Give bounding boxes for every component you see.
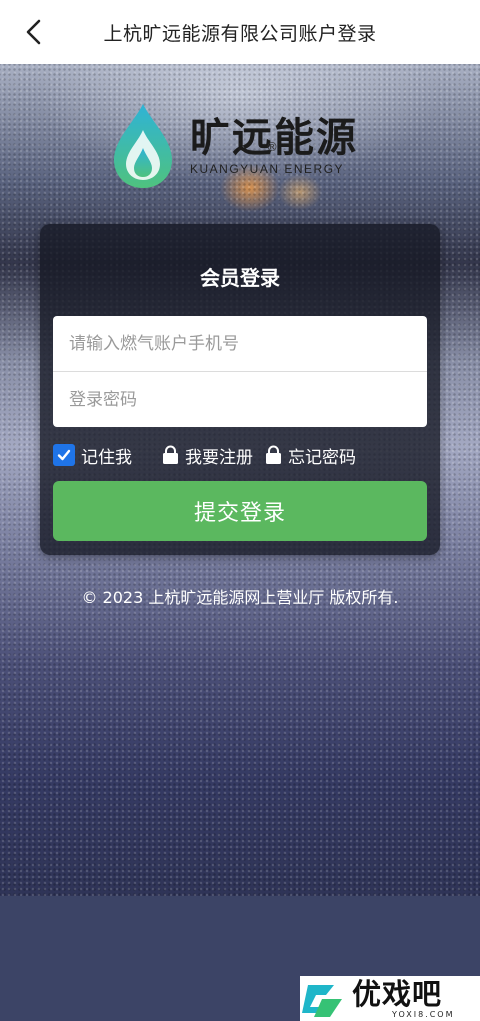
checkbox-checked-icon xyxy=(53,444,75,466)
login-title: 会员登录 xyxy=(200,266,280,290)
lock-icon xyxy=(266,445,281,464)
register-label: 我要注册 xyxy=(185,447,253,468)
remember-me-label: 记住我 xyxy=(81,447,132,468)
remember-me-checkbox[interactable]: 记住我 xyxy=(53,443,132,468)
lock-icon xyxy=(163,445,178,464)
hero-background: 旷远能源 KUANGYUAN ENERGY ® 会员登录 记住我 我要注册 xyxy=(0,64,480,896)
submit-login-button[interactable]: 提交登录 xyxy=(53,481,427,541)
registered-mark: ® xyxy=(266,140,278,154)
password-input[interactable] xyxy=(53,372,427,427)
chevron-left-icon xyxy=(26,19,41,45)
forgot-password-label: 忘记密码 xyxy=(288,447,356,468)
back-button[interactable] xyxy=(18,16,50,48)
company-logo: 旷远能源 KUANGYUAN ENERGY ® xyxy=(108,100,372,192)
watermark-logo-icon xyxy=(302,984,342,1017)
phone-input[interactable] xyxy=(53,316,427,371)
copyright-text: © 2023 上杭旷远能源网上营业厅 版权所有. xyxy=(81,588,399,607)
forgot-password-link[interactable]: 忘记密码 xyxy=(265,443,356,468)
watermark-chinese: 优戏吧 xyxy=(352,977,443,1011)
login-options: 记住我 我要注册 忘记密码 xyxy=(53,442,356,468)
register-link[interactable]: 我要注册 xyxy=(162,443,253,468)
watermark: 优戏吧 YOXI8.COM xyxy=(300,976,480,1021)
login-card: 会员登录 记住我 我要注册 xyxy=(40,224,440,555)
top-bar: 上杭旷远能源有限公司账户登录 xyxy=(0,0,480,64)
flame-drop-icon xyxy=(108,100,178,192)
page-title: 上杭旷远能源有限公司账户登录 xyxy=(103,22,377,45)
logo-english-name: KUANGYUAN ENERGY xyxy=(190,162,345,176)
watermark-english: YOXI8.COM xyxy=(392,1010,455,1019)
